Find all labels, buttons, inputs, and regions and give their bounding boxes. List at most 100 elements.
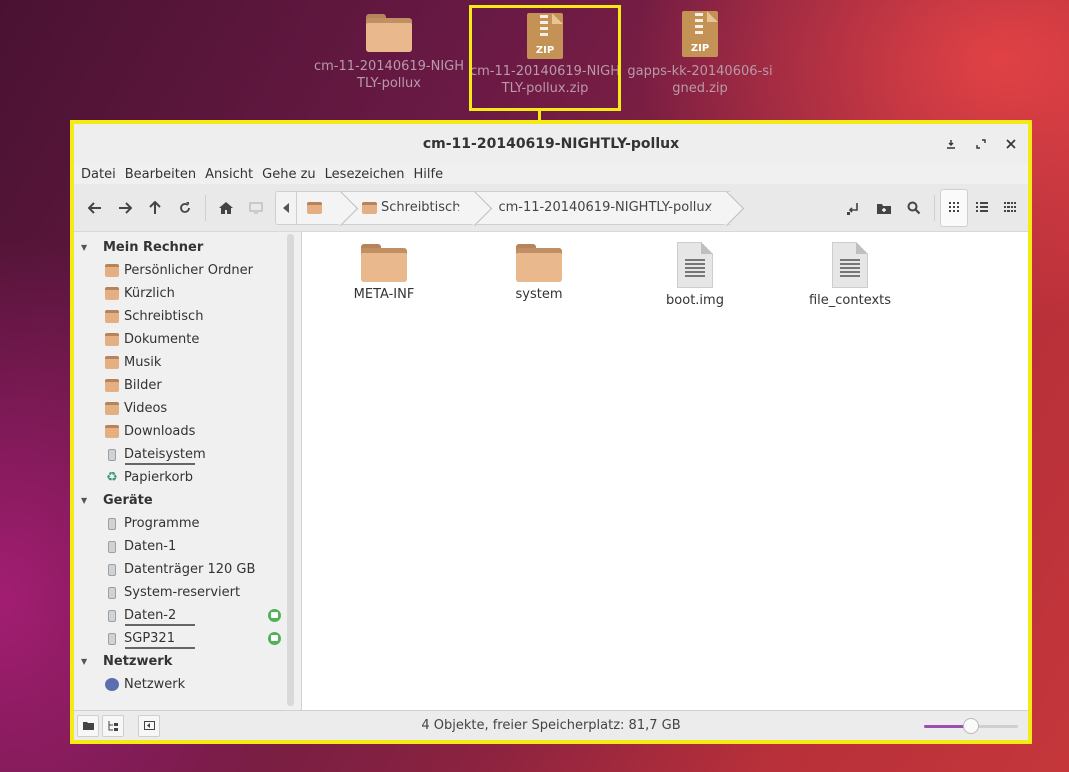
documents-folder-icon: [105, 333, 119, 346]
computer-button[interactable]: [241, 193, 271, 223]
collapse-arrow-icon: ▼: [81, 496, 88, 505]
sidebar-item-dateisystem[interactable]: Dateisystem: [74, 443, 296, 466]
videos-folder-icon: [105, 402, 119, 415]
sidebar-item-datentraeger[interactable]: Datenträger 120 GB: [74, 558, 296, 581]
breadcrumb-toggle-button[interactable]: [275, 190, 297, 225]
breadcrumb-schreibtisch[interactable]: Schreibtisch: [344, 190, 479, 225]
breadcrumb-home[interactable]: [297, 190, 344, 225]
status-text: 4 Objekte, freier Speicherplatz: 81,7 GB: [421, 718, 681, 733]
desktop-folder-icon: [362, 201, 377, 214]
file-item[interactable]: boot.img: [635, 242, 755, 308]
home-button[interactable]: [211, 193, 241, 223]
file-name: META-INF: [353, 287, 415, 302]
eject-icon[interactable]: [268, 609, 281, 622]
drive-icon: [108, 609, 116, 622]
file-view[interactable]: META-INF system boot.img file_contexts: [301, 232, 1028, 710]
desktop-icon-label: cm-11-20140619-NIGHTLY-pollux: [314, 59, 465, 91]
sidebar-item-persoenlicher-ordner[interactable]: Persönlicher Ordner: [74, 259, 296, 282]
new-folder-button[interactable]: [869, 193, 899, 223]
toolbar: Schreibtisch cm-11-20140619-NIGHTLY-poll…: [74, 184, 1028, 232]
sidebar-item-system-reserviert[interactable]: System-reserviert: [74, 581, 296, 604]
sidebar-item-videos[interactable]: Videos: [74, 397, 296, 420]
menu-bearbeiten[interactable]: Bearbeiten: [121, 167, 201, 182]
file-name: boot.img: [666, 293, 724, 308]
file-item[interactable]: META-INF: [324, 242, 444, 302]
breadcrumb-label: cm-11-20140619-NIGHTLY-pollux: [498, 200, 713, 215]
file-name: system: [515, 287, 563, 302]
home-folder-icon: [105, 264, 119, 277]
sidebar-item-papierkorb[interactable]: ♻ Papierkorb: [74, 466, 296, 489]
forward-button[interactable]: [110, 193, 140, 223]
compact-view-button[interactable]: [996, 189, 1024, 227]
back-button[interactable]: [80, 193, 110, 223]
sidebar-item-dokumente[interactable]: Dokumente: [74, 328, 296, 351]
sidebar-item-downloads[interactable]: Downloads: [74, 420, 296, 443]
sidebar-item-bilder[interactable]: Bilder: [74, 374, 296, 397]
home-folder-icon: [307, 201, 322, 214]
desktop-folder-icon: [105, 310, 119, 323]
breadcrumb-label: Schreibtisch: [381, 200, 461, 215]
section-netzwerk[interactable]: ▼ Netzwerk: [74, 650, 296, 673]
file-item[interactable]: file_contexts: [790, 242, 910, 308]
network-icon: [105, 678, 119, 691]
drive-icon: [108, 586, 116, 599]
downloads-folder-icon: [105, 425, 119, 438]
sidebar-item-musik[interactable]: Musik: [74, 351, 296, 374]
document-icon: [832, 242, 868, 288]
document-icon: [677, 242, 713, 288]
collapse-arrow-icon: ▼: [81, 657, 88, 666]
usage-bar: [125, 463, 195, 465]
file-name: file_contexts: [808, 293, 892, 308]
minimize-button[interactable]: [940, 134, 962, 154]
folder-icon: [361, 244, 407, 282]
maximize-button[interactable]: [970, 134, 992, 154]
file-item[interactable]: system: [479, 242, 599, 302]
close-button[interactable]: [1000, 134, 1022, 154]
icon-view-button[interactable]: [940, 188, 968, 227]
sidebar-item-daten-2[interactable]: Daten-2: [74, 604, 296, 627]
drive-icon: [108, 448, 116, 461]
status-bar: 4 Objekte, freier Speicherplatz: 81,7 GB: [74, 710, 1028, 740]
menu-ansicht[interactable]: Ansicht: [201, 167, 258, 182]
desktop-icon-zip-selected[interactable]: ZIP cm-11-20140619-NIGHTLY-pollux.zip: [469, 5, 621, 111]
toolbar-separator: [934, 194, 935, 221]
section-geraete[interactable]: ▼ Geräte: [74, 489, 296, 512]
desktop-icon-folder[interactable]: cm-11-20140619-NIGHTLY-pollux: [314, 8, 464, 108]
usage-bar: [125, 624, 195, 626]
music-folder-icon: [105, 356, 119, 369]
zip-archive-icon: ZIP: [682, 11, 718, 57]
zoom-slider[interactable]: [924, 717, 1020, 735]
title-bar[interactable]: cm-11-20140619-NIGHTLY-pollux: [74, 124, 1028, 164]
up-button[interactable]: [140, 193, 170, 223]
eject-icon[interactable]: [268, 632, 281, 645]
menu-gehe-zu[interactable]: Gehe zu: [258, 167, 321, 182]
desktop-icon-zip[interactable]: ZIP gapps-kk-20140606-signed.zip: [625, 8, 775, 108]
menu-lesezeichen[interactable]: Lesezeichen: [321, 167, 410, 182]
drive-icon: [108, 540, 116, 553]
sidebar-item-daten-1[interactable]: Daten-1: [74, 535, 296, 558]
desktop-icon-label: gapps-kk-20140606-signed.zip: [627, 64, 773, 96]
search-icon[interactable]: [899, 193, 929, 223]
sidebar-item-kuerzlich[interactable]: Kürzlich: [74, 282, 296, 305]
menu-datei[interactable]: Datei: [77, 167, 121, 182]
reload-button[interactable]: [170, 193, 200, 223]
sidebar-item-programme[interactable]: Programme: [74, 512, 296, 535]
sidebar-item-sgp321[interactable]: SGP321: [74, 627, 296, 650]
zoom-handle[interactable]: [963, 718, 979, 734]
file-manager-window: cm-11-20140619-NIGHTLY-pollux Datei Bear…: [70, 120, 1032, 744]
breadcrumb-current[interactable]: cm-11-20140619-NIGHTLY-pollux: [478, 190, 731, 225]
location-toggle-button[interactable]: [839, 193, 869, 223]
sidebar-item-netzwerk[interactable]: Netzwerk: [74, 673, 296, 696]
list-view-button[interactable]: [968, 189, 996, 227]
breadcrumb: Schreibtisch cm-11-20140619-NIGHTLY-poll…: [275, 190, 731, 225]
menu-hilfe[interactable]: Hilfe: [410, 167, 449, 182]
folder-icon: [516, 244, 562, 282]
menu-bar: Datei Bearbeiten Ansicht Gehe zu Lesezei…: [74, 164, 1028, 184]
drive-icon: [108, 563, 116, 576]
phone-icon: [108, 632, 116, 645]
zip-archive-icon: ZIP: [527, 13, 563, 59]
section-mein-rechner[interactable]: ▼ Mein Rechner: [74, 236, 296, 259]
sidebar-item-schreibtisch[interactable]: Schreibtisch: [74, 305, 296, 328]
toolbar-separator: [205, 194, 206, 221]
collapse-arrow-icon: ▼: [81, 243, 88, 252]
